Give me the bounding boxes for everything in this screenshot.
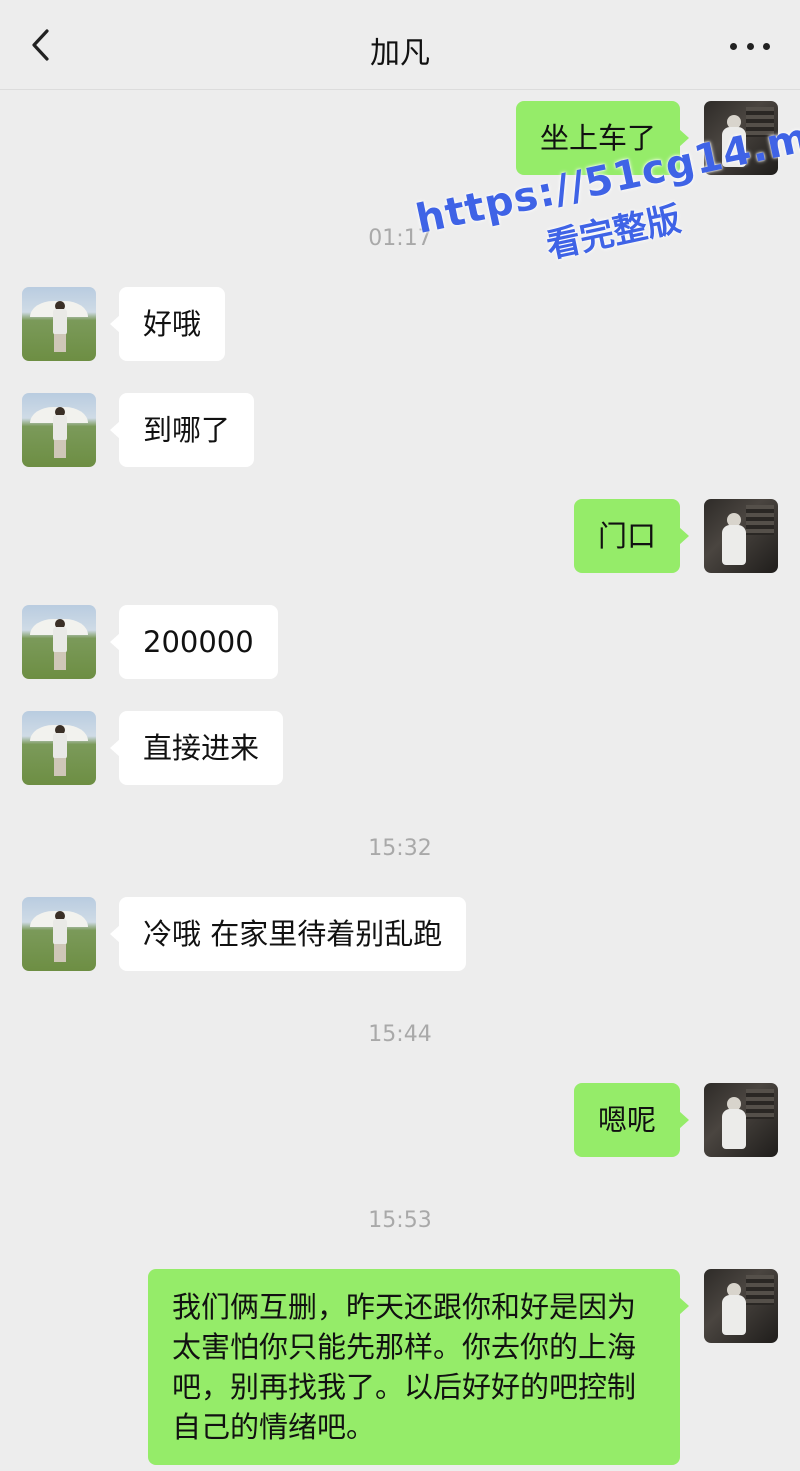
message-row: 到哪了 <box>0 393 800 469</box>
message-row: 嗯呢 <box>0 1083 800 1159</box>
message-bubble-sent[interactable]: 门口 <box>573 499 690 573</box>
contact-avatar[interactable] <box>22 711 96 785</box>
message-row: 我们俩互删，昨天还跟你和好是因为太害怕你只能先那样。你去你的上海吧，别再找我了。… <box>0 1269 800 1465</box>
message-bubble-received[interactable]: 冷哦 在家里待着别乱跑 <box>109 897 467 971</box>
chat-title: 加凡 <box>370 36 430 71</box>
message-bubble-received[interactable]: 直接进来 <box>109 711 284 785</box>
contact-avatar[interactable] <box>22 287 96 361</box>
timestamp: 15:53 <box>368 1208 432 1233</box>
my-avatar[interactable] <box>704 1269 778 1343</box>
chat-header: 加凡 <box>0 0 800 90</box>
message-row: 直接进来 <box>0 711 800 787</box>
timestamp: 15:32 <box>368 836 432 861</box>
message-bubble-sent[interactable]: 嗯呢 <box>573 1083 690 1157</box>
contact-avatar[interactable] <box>22 897 96 971</box>
my-avatar[interactable] <box>704 1083 778 1157</box>
message-bubble-received[interactable]: 好哦 <box>109 287 226 361</box>
message-bubble-sent[interactable]: 我们俩互删，昨天还跟你和好是因为太害怕你只能先那样。你去你的上海吧，别再找我了。… <box>148 1269 689 1465</box>
contact-avatar[interactable] <box>22 605 96 679</box>
contact-avatar[interactable] <box>22 393 96 467</box>
timestamp: 15:44 <box>368 1022 432 1047</box>
dot-icon <box>746 42 754 50</box>
message-row: 冷哦 在家里待着别乱跑 <box>0 897 800 973</box>
my-avatar[interactable] <box>704 499 778 573</box>
message-row: 门口 <box>0 499 800 575</box>
message-row: 200000 <box>0 605 800 681</box>
more-options-button[interactable] <box>730 36 770 56</box>
message-bubble-received[interactable]: 到哪了 <box>109 393 255 467</box>
message-row: 好哦 <box>0 287 800 363</box>
dot-icon <box>730 42 737 50</box>
dot-icon <box>763 42 770 50</box>
message-bubble-received[interactable]: 200000 <box>110 605 278 679</box>
